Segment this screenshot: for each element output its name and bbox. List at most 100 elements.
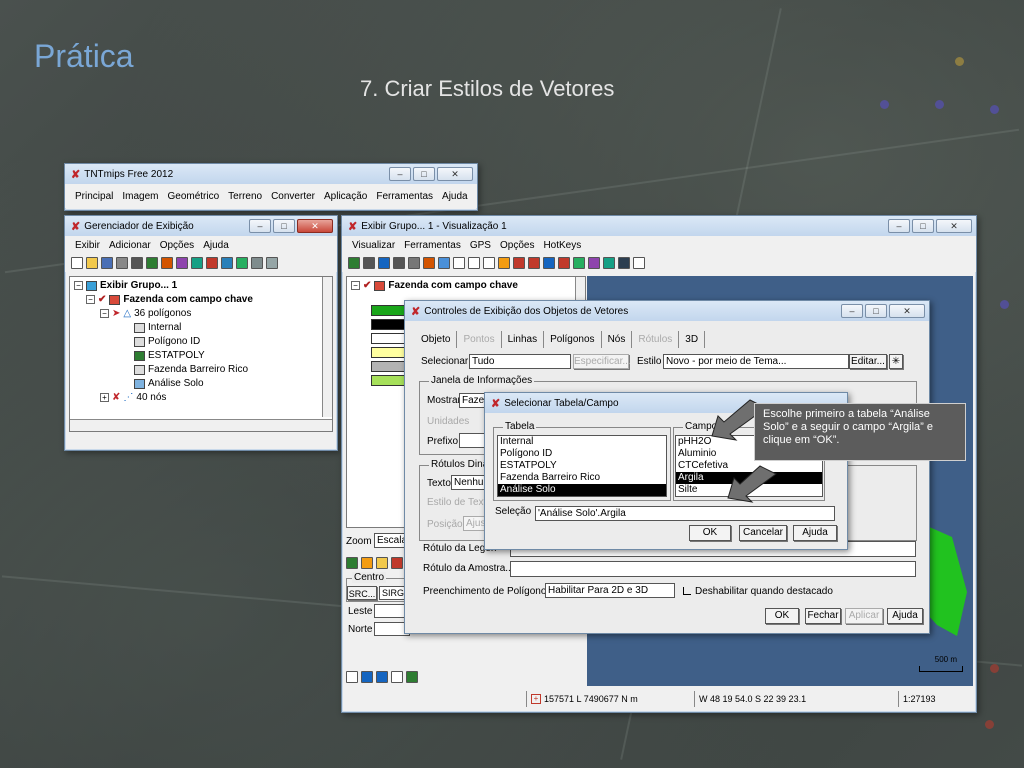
menu-exibir[interactable]: Exibir [75,240,100,251]
ok-button[interactable]: OK [765,608,799,624]
add-db-icon[interactable] [221,257,233,269]
print-icon[interactable] [116,257,128,269]
tree-table-row[interactable]: Internal [134,322,181,333]
redraw-icon[interactable] [348,257,360,269]
crosshair-icon[interactable] [468,257,480,269]
edit-icon[interactable] [376,557,388,569]
add-table-icon[interactable] [251,257,263,269]
select-icon[interactable] [438,257,450,269]
preenchimento-select[interactable]: Habilitar Para 2D e 3D [545,583,675,598]
tab-objeto[interactable]: Objeto [415,331,458,348]
rotulo-amostra-label[interactable]: Rótulo da Amostra... [423,563,514,574]
expand-icon[interactable]: + [100,393,109,402]
camera-icon[interactable] [408,257,420,269]
globe-icon[interactable] [346,557,358,569]
add-raster-icon[interactable] [146,257,158,269]
add-text-icon[interactable] [266,257,278,269]
menu-geometrico[interactable]: Geométrico [167,191,219,202]
cancelar-button[interactable]: Cancelar [739,525,787,541]
close-button[interactable]: ✕ [936,219,972,233]
list-item[interactable]: ESTATPOLY [498,460,666,472]
layers-icon[interactable] [363,257,375,269]
wand-icon[interactable]: ✳ [889,354,903,369]
binoculars-icon[interactable] [393,257,405,269]
checkmark-icon[interactable]: ✔ [98,294,106,305]
add-cad-icon[interactable] [176,257,188,269]
tree-nodes-row[interactable]: + ✘ ⋰ 40 nós [100,392,166,403]
estilo-select[interactable]: Novo - por meio de Tema... [663,354,849,369]
fechar-button[interactable]: Fechar [805,608,841,624]
pencil-icon[interactable] [573,257,585,269]
pointer-icon[interactable] [558,257,570,269]
menu-ajuda[interactable]: Ajuda [203,240,229,251]
query-icon[interactable] [483,257,495,269]
minimize-button[interactable]: – [389,167,411,181]
zoom-in-icon[interactable] [361,671,373,683]
maximize-button[interactable]: □ [273,219,295,233]
tab-nos[interactable]: Nós [602,331,633,348]
close-button[interactable]: ✕ [889,304,925,318]
close-button[interactable]: ✕ [297,219,333,233]
chart-icon[interactable] [618,257,630,269]
tree-group-row[interactable]: − Exibir Grupo... 1 [74,280,177,291]
add-layer-icon[interactable] [423,257,435,269]
collapse-icon[interactable]: − [100,309,109,318]
close-button[interactable]: ✕ [437,167,473,181]
ajuda-button[interactable]: Ajuda [887,608,923,624]
menu-visualizar[interactable]: Visualizar [352,240,395,251]
editar-button[interactable]: Editar... [849,354,887,369]
list-item[interactable]: Fazenda Barreiro Rico [498,472,666,484]
ajuda-button[interactable]: Ajuda [793,525,837,541]
folder-icon[interactable] [361,557,373,569]
desabilitar-checkbox[interactable] [683,587,691,595]
menu-ajuda[interactable]: Ajuda [442,191,468,202]
record-icon[interactable] [391,557,403,569]
maximize-button[interactable]: □ [912,219,934,233]
src-button[interactable]: SRC... [347,586,377,600]
ok-button[interactable]: OK [689,525,731,541]
menu-converter[interactable]: Converter [271,191,315,202]
texto-field[interactable]: Nenhum [451,475,487,490]
menu-gps[interactable]: GPS [470,240,491,251]
record-icon[interactable] [528,257,540,269]
horizontal-scrollbar[interactable] [70,419,332,431]
tab-3d[interactable]: 3D [679,331,706,348]
checkmark-icon[interactable]: ✔ [363,280,371,291]
maximize-button[interactable]: □ [413,167,435,181]
tab-poligonos[interactable]: Polígonos [544,331,602,348]
sparkle-icon[interactable] [633,257,645,269]
measure-icon[interactable] [453,257,465,269]
tree-polygons-row[interactable]: − ➤ △ 36 polígonos [100,308,191,319]
menu-adicionar[interactable]: Adicionar [109,240,151,251]
add-tin-icon[interactable] [191,257,203,269]
zoom-icon[interactable] [378,257,390,269]
menu-opcoes[interactable]: Opções [500,240,534,251]
new-icon[interactable] [71,257,83,269]
zoom-in-icon[interactable] [543,257,555,269]
zoom-out-icon[interactable] [376,671,388,683]
add-grid-icon[interactable] [236,257,248,269]
image-icon[interactable] [603,257,615,269]
list-item-selected[interactable]: Análise Solo [498,484,666,496]
selecao-field[interactable]: 'Análise Solo'.Argila [535,506,835,521]
tab-linhas[interactable]: Linhas [502,331,545,348]
add-vector-icon[interactable] [161,257,173,269]
menu-imagem[interactable]: Imagem [122,191,158,202]
collapse-icon[interactable]: − [351,281,360,290]
tree-layer-row[interactable]: − ✔ Fazenda com campo chave [86,294,253,305]
edit-icon[interactable] [588,257,600,269]
collapse-icon[interactable]: − [86,295,95,304]
minimize-button[interactable]: – [249,219,271,233]
tree-table-row[interactable]: Análise Solo [134,378,204,389]
menu-ferramentas[interactable]: Ferramentas [376,191,433,202]
fit-icon[interactable] [346,671,358,683]
zoom-extent-icon[interactable] [406,671,418,683]
open-folder-icon[interactable] [86,257,98,269]
list-item[interactable]: Polígono ID [498,448,666,460]
save-icon[interactable] [101,257,113,269]
menu-hotkeys[interactable]: HotKeys [543,240,581,251]
menu-aplicacao[interactable]: Aplicação [324,191,367,202]
layer-icon[interactable] [131,257,143,269]
add-region-icon[interactable] [206,257,218,269]
vertical-scrollbar[interactable] [322,277,332,417]
